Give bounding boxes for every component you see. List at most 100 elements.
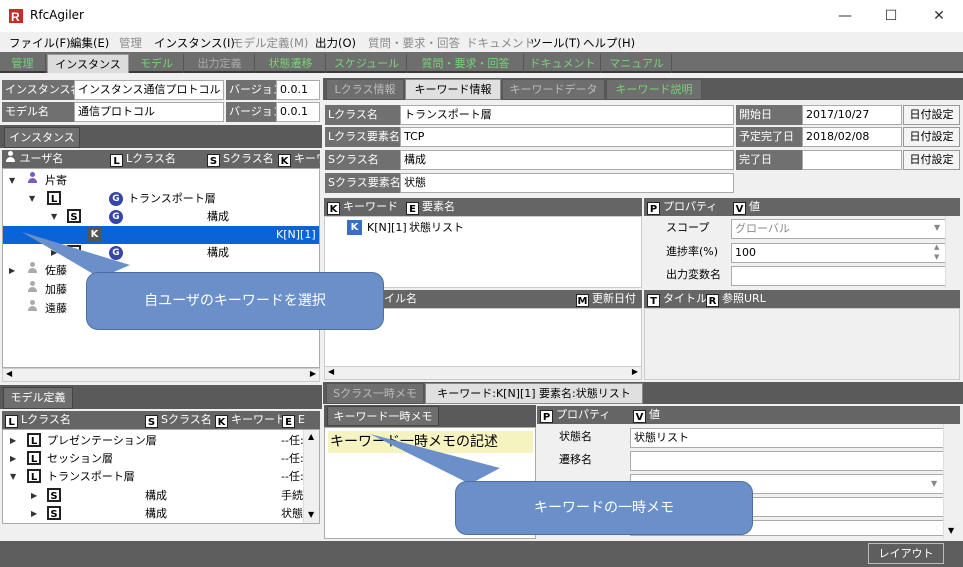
tab-keyword-desc[interactable]: キーワード説明 xyxy=(606,79,702,100)
scroll-left-icon: ◀ xyxy=(328,367,335,376)
property-top-vscrollbar[interactable] xyxy=(945,216,962,288)
menu-output[interactable]: 出力(O) xyxy=(315,35,356,51)
tab-model[interactable]: モデル xyxy=(130,54,184,73)
tree-row-lclass[interactable]: ▼ L G トランスポート層 xyxy=(3,190,319,208)
start-date-field[interactable]: 2017/10/27 xyxy=(802,105,902,125)
title-bar xyxy=(0,0,963,32)
tab-admin[interactable]: 管理 xyxy=(0,54,46,73)
prop-state-name-field[interactable]: 状態リスト xyxy=(630,428,944,448)
done-date-field[interactable] xyxy=(802,150,902,170)
expand-arrow-icon[interactable]: ▼ xyxy=(29,190,35,208)
model-tree-header: L Lクラス名 S Sクラス名 K キーワード EE xyxy=(2,411,320,429)
k-badge-icon: K xyxy=(278,154,291,167)
model-name-label: モデル名 xyxy=(2,102,74,122)
lclass-elem-field[interactable]: TCP xyxy=(400,127,734,147)
model-tree[interactable]: ▶ L プレゼンテーション層 --任: ▶ L セッション層 --任: ▼ L … xyxy=(2,429,320,524)
model-name-field[interactable]: 通信プロトコル xyxy=(74,102,224,122)
tab-lclass-info[interactable]: Lクラス情報 xyxy=(326,79,404,100)
prop-scope-select[interactable]: グローバル xyxy=(731,219,946,239)
layout-button[interactable]: レイアウト xyxy=(868,543,944,564)
done-date-set-button[interactable]: 日付設定 xyxy=(903,150,960,170)
g-circle-icon: G xyxy=(109,192,123,206)
url-list[interactable] xyxy=(644,308,960,380)
p-badge-icon: P xyxy=(540,410,553,423)
tab-instance[interactable]: インスタンス xyxy=(47,54,129,73)
instance-tree-hscrollbar[interactable]: ◀ ▶ xyxy=(2,368,320,382)
keyword-list-row[interactable]: K K[N][1] 状態リスト xyxy=(325,219,641,237)
model-version-field[interactable]: 0.0.1 xyxy=(276,102,320,122)
l-badge-icon: L xyxy=(27,469,41,483)
menu-edit[interactable]: 編集(E) xyxy=(70,35,109,51)
s-badge-icon: S xyxy=(67,209,81,223)
model-row-transport[interactable]: ▼ L トランスポート層 --任: xyxy=(3,468,304,486)
collapse-arrow-icon: ▶ xyxy=(10,436,17,445)
tab-state-transition[interactable]: 状態遷移 xyxy=(256,54,326,73)
tab-keyword-temp-memo[interactable]: キーワード一時メモ xyxy=(327,406,439,426)
prop-transition-name-label: 遷移名 xyxy=(559,453,592,466)
menu-document[interactable]: ドキュメント xyxy=(466,35,535,51)
k-badge-icon: K xyxy=(215,415,228,428)
instance-name-field[interactable]: インスタンス通信プロトコル xyxy=(74,80,224,100)
tab-sclass-memo[interactable]: Sクラス一時メモ xyxy=(326,383,424,404)
model-panel-tab[interactable]: モデル定義 xyxy=(3,387,73,409)
lclass-elem-label: Lクラス要素名 xyxy=(325,127,400,147)
tab-keyword-memo[interactable]: キーワード:K[N][1] 要素名:状態リスト xyxy=(425,383,643,404)
m-badge-icon: M xyxy=(576,294,589,307)
svg-text:R: R xyxy=(11,10,20,24)
s-badge-icon: S xyxy=(145,415,158,428)
tab-keyword-info[interactable]: キーワード情報 xyxy=(405,79,501,100)
dropdown-arrow-icon[interactable]: ▼ xyxy=(934,223,940,232)
model-subrow-2[interactable]: ▶ S 構成 状態 xyxy=(3,505,303,523)
tree-row-sclass-2[interactable]: ▶ S G 構成 xyxy=(3,244,319,262)
spinner-icon[interactable]: ▲ ▼ xyxy=(934,242,939,262)
prop-outvar-label: 出力変数名 xyxy=(666,268,721,281)
instance-tree[interactable]: ▼ 片寄 ▼ L G トランスポート層 ▼ S G 構成 K K[N][1] ▶… xyxy=(2,168,320,368)
menu-help[interactable]: ヘルプ(H) xyxy=(583,35,635,51)
menu-file[interactable]: ファイル(F) xyxy=(9,35,71,51)
sclass-name-label: Sクラス名 xyxy=(325,150,400,170)
tab-manual[interactable]: マニュアル xyxy=(602,54,672,73)
close-button[interactable]: ✕ xyxy=(916,2,962,30)
expand-arrow-icon[interactable]: ▼ xyxy=(51,208,57,226)
instance-panel-tab[interactable]: インスタンス xyxy=(4,127,80,148)
instance-version-field[interactable]: 0.0.1 xyxy=(276,80,320,100)
sclass-name-field[interactable]: 構成 xyxy=(400,150,734,170)
menu-admin[interactable]: 管理 xyxy=(119,35,142,51)
dropdown-arrow-icon[interactable]: ▼ xyxy=(931,479,937,488)
planned-date-set-button[interactable]: 日付設定 xyxy=(903,127,960,147)
maximize-button[interactable]: ☐ xyxy=(868,2,914,30)
collapse-arrow-icon[interactable]: ▶ xyxy=(51,244,57,262)
tab-output-def[interactable]: 出力定義 xyxy=(185,54,255,73)
prop-scope-label: スコープ xyxy=(666,221,710,234)
prop-transition-name-field[interactable] xyxy=(630,451,944,471)
user-icon xyxy=(27,300,38,311)
model-subrow-1[interactable]: ▶ S 構成 手続 xyxy=(3,487,303,505)
minimize-button[interactable]: — xyxy=(822,2,868,30)
collapse-arrow-icon[interactable]: ▶ xyxy=(9,262,15,280)
tab-keyword-data[interactable]: キーワードデータ xyxy=(502,79,605,100)
e-badge-icon: E xyxy=(282,415,295,428)
planned-date-field[interactable]: 2018/02/08 xyxy=(802,127,902,147)
tab-schedule[interactable]: スケジュール xyxy=(327,54,407,73)
tree-row-user[interactable]: ▼ 片寄 xyxy=(3,172,319,190)
expand-arrow-icon[interactable]: ▼ xyxy=(9,172,15,190)
property-bottom-vscrollbar[interactable]: ▼ xyxy=(943,424,960,539)
model-row-session[interactable]: ▶ L セッション層 --任: xyxy=(3,450,304,468)
tree-row-sclass[interactable]: ▼ S G 構成 xyxy=(3,208,319,226)
menu-instance[interactable]: インスタンス(I) xyxy=(154,35,235,51)
model-tree-vscrollbar[interactable]: ▲ ▼ xyxy=(303,430,319,523)
prop-outvar-field[interactable] xyxy=(731,266,946,286)
model-row-presentation[interactable]: ▶ L プレゼンテーション層 --任: xyxy=(3,432,304,450)
start-date-set-button[interactable]: 日付設定 xyxy=(903,105,960,125)
file-list-hscrollbar[interactable]: ◀ ▶ xyxy=(324,366,642,380)
tab-qa[interactable]: 質問・要求・回答 xyxy=(408,54,524,73)
prop-progress-field[interactable]: 100 xyxy=(731,243,946,263)
tree-row-keyword-selected[interactable]: K K[N][1] xyxy=(3,226,319,244)
menu-model[interactable]: モデル定義(M) xyxy=(232,35,308,51)
tab-document[interactable]: ドキュメント xyxy=(525,54,601,73)
lclass-name-field[interactable]: トランスポート層 xyxy=(400,105,734,125)
sclass-elem-field[interactable]: 状態 xyxy=(400,173,734,193)
app-logo-icon: R xyxy=(9,9,23,24)
menu-tools[interactable]: ツール(T) xyxy=(530,35,581,51)
menu-qa[interactable]: 質問・要求・回答 xyxy=(368,35,460,51)
